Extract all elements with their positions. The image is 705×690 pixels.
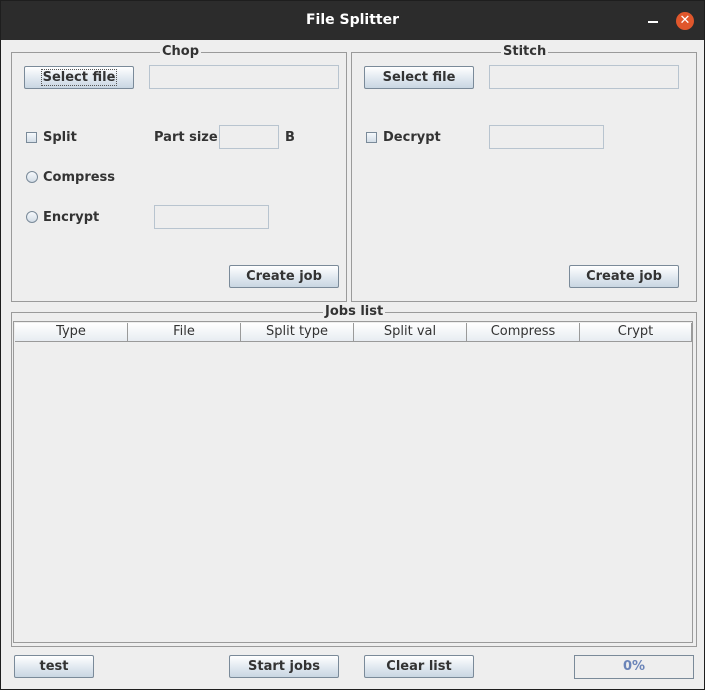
decrypt-label: Decrypt	[383, 130, 441, 145]
stitch-file-path-field[interactable]	[489, 65, 679, 89]
jobs-list-legend: Jobs list	[323, 304, 386, 320]
chop-select-file-label: Select file	[40, 69, 118, 86]
split-label: Split	[43, 130, 77, 145]
column-header-type[interactable]: Type	[15, 323, 128, 342]
minimize-button[interactable]	[646, 13, 660, 27]
chop-create-job-button[interactable]: Create job	[229, 265, 339, 288]
decrypt-key-field[interactable]	[489, 125, 604, 149]
stitch-legend: Stitch	[501, 44, 549, 60]
minimize-icon	[648, 21, 658, 23]
column-header-crypt[interactable]: Crypt	[580, 323, 692, 342]
split-checkbox[interactable]	[26, 132, 37, 143]
encrypt-label: Encrypt	[43, 210, 100, 225]
column-header-compress[interactable]: Compress	[467, 323, 580, 342]
column-header-split-type[interactable]: Split type	[241, 323, 354, 342]
chop-legend: Chop	[160, 44, 202, 60]
compress-radio[interactable]	[26, 171, 38, 183]
file-splitter-window: File Splitter ✕ Chop Select file Split P…	[0, 0, 705, 690]
column-header-split-val[interactable]: Split val	[354, 323, 467, 342]
stitch-select-file-button[interactable]: Select file	[364, 66, 474, 89]
jobs-table-header: Type File Split type Split val Compress …	[15, 323, 692, 342]
progress-bar: 0%	[574, 655, 694, 679]
chop-file-path-field[interactable]	[149, 65, 339, 89]
title-bar: File Splitter ✕	[1, 1, 704, 40]
decrypt-checkbox[interactable]	[366, 132, 377, 143]
start-jobs-button[interactable]: Start jobs	[229, 655, 339, 678]
column-header-file[interactable]: File	[128, 323, 241, 342]
part-size-unit: B	[285, 130, 295, 145]
jobs-table[interactable]: Type File Split type Split val Compress …	[13, 321, 693, 643]
chop-select-file-button[interactable]: Select file	[24, 66, 134, 89]
part-size-field[interactable]	[219, 125, 279, 149]
close-icon: ✕	[679, 13, 691, 28]
stitch-create-job-button[interactable]: Create job	[569, 265, 679, 288]
test-button[interactable]: test	[14, 655, 94, 678]
clear-list-button[interactable]: Clear list	[364, 655, 474, 678]
part-size-label: Part size	[154, 130, 218, 145]
encrypt-key-field[interactable]	[154, 205, 269, 229]
encrypt-radio[interactable]	[26, 211, 38, 223]
window-title: File Splitter	[305, 12, 400, 28]
compress-label: Compress	[43, 170, 116, 185]
close-button[interactable]: ✕	[676, 12, 694, 30]
